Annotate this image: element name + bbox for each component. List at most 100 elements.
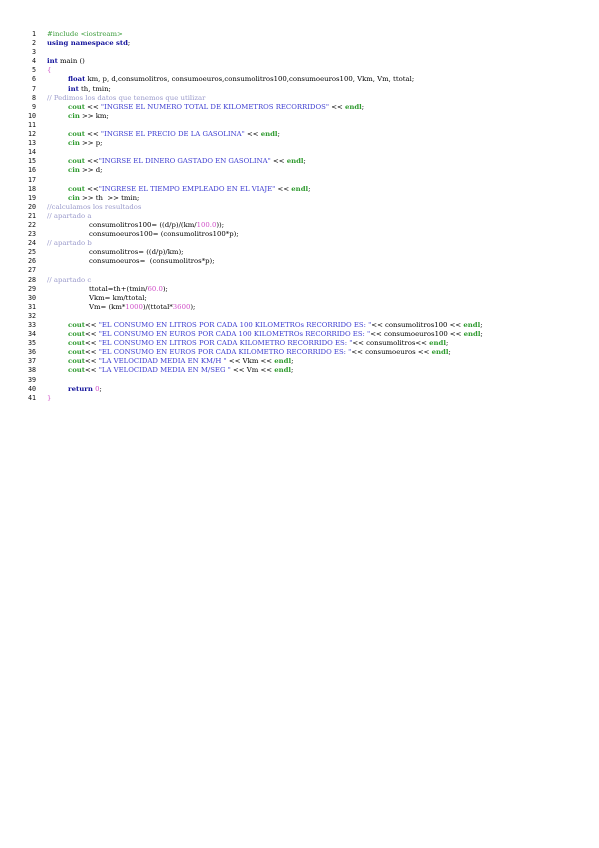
code-token: << Vkm << — [226, 357, 275, 366]
code-token: << — [84, 157, 99, 166]
code-text: Vm= (km*1000)/(ttotal*3600); — [89, 303, 195, 312]
stream-token: endl — [463, 321, 481, 329]
line-number: 4 — [31, 57, 36, 66]
code-token: ; — [277, 130, 280, 139]
line-number: 9 — [31, 102, 36, 111]
line-number: 10 — [27, 111, 36, 120]
stream-token: cin — [68, 166, 80, 175]
code-text: cout <<"INGRSE EL DINERO GASTADO EN GASO… — [68, 157, 306, 166]
line-number: 33 — [27, 321, 36, 329]
line-number: 5 — [31, 66, 36, 75]
stream-token: endl — [344, 102, 362, 111]
code-token: << — [84, 348, 99, 357]
preprocessor-token: #include <iostream> — [47, 30, 123, 38]
stream-token: endl — [274, 366, 292, 375]
code-token: << — [84, 357, 99, 366]
code-listing: 1 #include <iostream> 2 using namespace std… — [26, 30, 596, 403]
code-text: cout<< "LA VELOCIDAD MEDIA EN M/SEG " <<… — [68, 366, 293, 375]
code-token: << — [84, 321, 99, 329]
code-token: << — [84, 102, 101, 111]
stream-token: cin — [68, 139, 80, 148]
code-line: 15 cout <<"INGRSE EL DINERO GASTADO EN GA… — [26, 157, 596, 166]
stream-token: cout — [68, 184, 85, 193]
code-text: cout<< "EL CONSUMO EN EUROS POR CADA KIL… — [68, 348, 451, 357]
stream-token: cout — [68, 357, 85, 366]
code-text: cout <<"INGRESE EL TIEMPO EMPLEADO EN EL… — [68, 185, 310, 194]
keyword-token: float — [68, 75, 86, 84]
line-number: 24 — [27, 239, 36, 248]
code-token: >> p; — [79, 139, 103, 148]
code-line: 36 cout<< "EL CONSUMO EN EUROS POR CADA K… — [26, 348, 596, 357]
stream-token: cin — [68, 111, 80, 120]
code-line: 41} — [26, 394, 596, 403]
code-line: 29 ttotal=th+(tmin/60.0); — [26, 285, 596, 294]
stream-token: cout — [68, 330, 85, 339]
code-token: consumoeuros100= (consumolitros100*p); — [89, 230, 239, 239]
code-text: // apartado b — [47, 239, 92, 248]
comment-token: // apartado a — [47, 211, 92, 220]
line-number: 38 — [27, 366, 36, 375]
stream-token: endl — [274, 357, 292, 366]
code-token: >> d; — [79, 166, 103, 175]
code-token: ); — [162, 284, 168, 293]
code-token: ; — [308, 184, 311, 193]
document-page: 1 #include <iostream> 2 using namespace std… — [0, 0, 599, 848]
code-token: << — [84, 130, 101, 139]
code-text: #include <iostream> — [47, 30, 123, 39]
code-token: ; — [291, 357, 294, 366]
keyword-token: int — [47, 57, 58, 66]
code-token: >> km; — [79, 111, 109, 120]
line-number: 25 — [27, 248, 36, 257]
line-number: 18 — [27, 184, 36, 193]
code-text: cout << "INGRSE EL NUMERO TOTAL DE KILOM… — [68, 103, 364, 112]
line-number: 30 — [27, 293, 36, 302]
code-text: cin >> th >> tmin; — [68, 194, 139, 203]
line-number: 2 — [31, 39, 36, 48]
line-number: 21 — [27, 211, 36, 220]
number-literal: 100.0 — [196, 220, 217, 229]
code-token: ; — [448, 348, 451, 357]
code-text: cin >> d; — [68, 166, 103, 175]
line-number: 8 — [31, 93, 36, 102]
code-line: 38 cout<< "LA VELOCIDAD MEDIA EN M/SEG " … — [26, 366, 596, 375]
line-number: 22 — [27, 220, 36, 229]
code-token: << — [329, 102, 345, 111]
comment-token: // Pedimos los datos que tenemos que uti… — [47, 93, 206, 102]
code-text: cout<< "LA VELOCIDAD MEDIA EN KM/H " << … — [68, 357, 293, 366]
code-line: 40 return 0; — [26, 385, 596, 394]
line-number: 14 — [27, 148, 36, 157]
code-token: << — [270, 157, 287, 166]
code-line: 4 int main () — [26, 57, 596, 66]
code-line: 27 — [26, 266, 596, 275]
code-token: << consumoeuros100 << — [370, 330, 464, 339]
code-text: cout<< "EL CONSUMO EN LITROS POR CADA KI… — [68, 339, 448, 348]
code-text: consumoeuros= (consumolitros*p); — [89, 257, 215, 266]
string-literal: "INGRSE EL NUMERO TOTAL DE KILOMETROS RE… — [100, 102, 329, 111]
code-line: 9 cout << "INGRSE EL NUMERO TOTAL DE KILO… — [26, 103, 596, 112]
code-line: 19 cin >> th >> tmin; — [26, 194, 596, 203]
code-line: 35 cout<< "EL CONSUMO EN LITROS POR CADA … — [26, 339, 596, 348]
code-token: ; — [445, 339, 449, 348]
stream-token: cin — [68, 193, 80, 202]
number-literal: } — [47, 393, 52, 402]
code-text: using namespace std; — [47, 39, 130, 48]
line-number: 39 — [27, 375, 36, 384]
string-literal: "EL CONSUMO EN LITROS POR CADA 100 KILOM… — [98, 321, 372, 329]
code-token: << — [244, 130, 261, 139]
stream-token: endl — [286, 157, 304, 166]
stream-token: cout — [68, 321, 85, 329]
code-token: consumoeuros= (consumolitros*p); — [89, 257, 215, 266]
number-literal: 60.0 — [147, 284, 163, 293]
line-number: 13 — [27, 139, 36, 148]
code-text: cin >> km; — [68, 112, 109, 121]
code-token: << — [275, 184, 292, 193]
code-text: consumoeuros100= (consumolitros100*p); — [89, 230, 239, 239]
code-token: >> th >> tmin; — [79, 193, 140, 202]
string-literal: "INGRESE EL TIEMPO EMPLEADO EN EL VIAJE" — [98, 184, 276, 193]
line-number: 40 — [27, 384, 36, 393]
code-token: << consumoeuros << — [351, 348, 432, 357]
code-text: // apartado c — [47, 276, 91, 285]
code-text: cout<< "EL CONSUMO EN EUROS POR CADA 100… — [68, 330, 483, 339]
line-number: 20 — [27, 202, 36, 211]
line-number: 17 — [27, 175, 36, 184]
